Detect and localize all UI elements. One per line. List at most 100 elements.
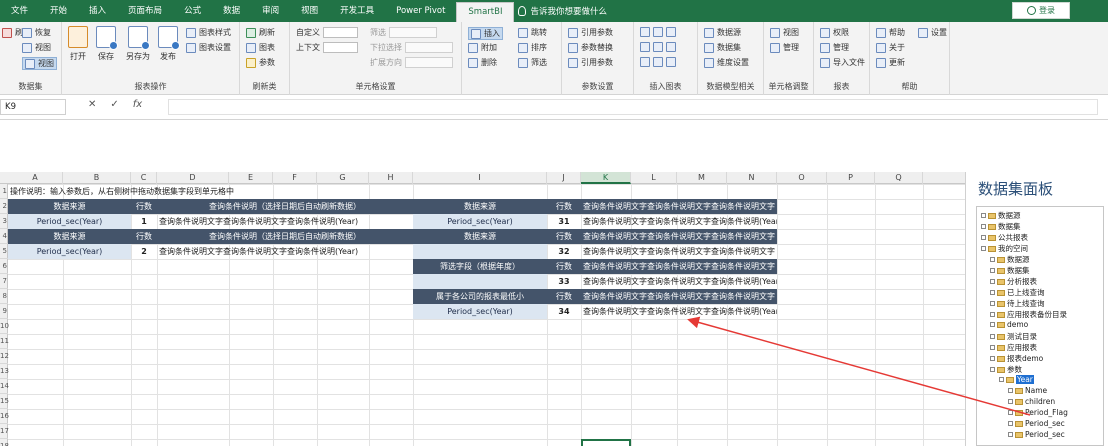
description-cell[interactable]: 查询条件说明文字查询条件说明文字查询条件说明文字 [581, 244, 777, 259]
value-cell[interactable]: Period_sec(Year) [413, 304, 547, 319]
header-cell[interactable]: 行数 [547, 229, 581, 244]
expand-icon[interactable] [990, 279, 995, 284]
tab-5[interactable]: 数据 [212, 0, 251, 22]
expand-icon[interactable] [990, 334, 995, 339]
tree-node[interactable]: Name [1008, 386, 1047, 395]
view-button[interactable]: 视图 [770, 27, 799, 38]
value-cell[interactable]: Period_sec(Year) [413, 214, 547, 229]
manage-button[interactable]: 管理 [770, 42, 799, 53]
tab-0[interactable]: 文件 [0, 0, 39, 22]
tab-9[interactable]: Power Pivot [385, 0, 456, 22]
header-cell[interactable]: 查询条件说明文字查询条件说明文字查询条件说明文字 [581, 289, 777, 304]
dataset-tree[interactable]: 数据源 数据集 公共报表 我的空间 数据源 数据集 分析报表 已上线查询 待上线查询 应用报表备份… [976, 206, 1104, 446]
tree-node[interactable]: 参数 [990, 364, 1022, 375]
row-number-cell[interactable]: 32 [547, 244, 581, 259]
save-button[interactable]: 保存 [96, 26, 118, 62]
description-cell[interactable]: 查询条件说明文字查询条件说明文字查询条件说明(Year) [581, 304, 777, 319]
row-header[interactable]: 10 [0, 319, 9, 334]
header-cell[interactable]: 行数 [131, 229, 157, 244]
expand-icon[interactable] [990, 312, 995, 317]
about-button[interactable]: 关于 [876, 42, 905, 53]
column-header[interactable]: H [369, 172, 413, 184]
sort-button[interactable]: 排序 [518, 42, 547, 53]
tell-me-search[interactable]: 告诉我你想要做什么 [518, 5, 607, 17]
chart-icons-row-1[interactable] [640, 27, 676, 37]
column-header[interactable]: E [229, 172, 273, 184]
tree-node[interactable]: 待上线查询 [990, 298, 1045, 309]
row-header[interactable]: 6 [0, 259, 8, 274]
chart-icons-row-2[interactable] [640, 42, 676, 52]
save-as-button[interactable]: 另存为 [126, 26, 150, 62]
tree-node[interactable]: Period_Flag [1008, 408, 1068, 417]
param-button[interactable]: 参数 [246, 57, 275, 68]
import-button[interactable]: 导入文件 [820, 57, 865, 68]
context-combo[interactable] [323, 42, 358, 53]
expand-icon[interactable] [981, 213, 986, 218]
column-header[interactable]: Q [875, 172, 923, 184]
header-cell[interactable]: 查询条件说明（选择日期后自动刷新数据） [157, 229, 413, 244]
description-cell[interactable]: 查询条件说明文字查询条件说明文字查询条件说明(Year) [581, 274, 777, 289]
context-select[interactable]: 上下文 [296, 42, 358, 53]
tree-node[interactable]: Period_sec [1008, 430, 1065, 439]
column-header[interactable]: F [273, 172, 317, 184]
row-number-cell[interactable]: 2 [131, 244, 157, 259]
row-header[interactable]: 11 [0, 334, 9, 349]
row-header[interactable]: 15 [0, 394, 9, 409]
tree-node[interactable]: 报表demo [990, 353, 1043, 364]
expand-icon[interactable] [990, 268, 995, 273]
expand-icon[interactable] [990, 367, 995, 372]
tree-node[interactable]: 应用报表备份目录 [990, 309, 1067, 320]
tree-node[interactable]: demo [990, 320, 1028, 329]
open-button[interactable]: 打开 [68, 26, 88, 62]
spreadsheet-grid[interactable]: ABCDEFGHIJKLMNOPQ 1 2 3 4 5 6 7 8 9 10 11 12 13 14 15 1… [0, 172, 965, 446]
active-cell[interactable] [581, 439, 631, 446]
header-cell[interactable]: 查询条件说明文字查询条件说明文字查询条件说明文字 [581, 199, 777, 214]
expand-icon[interactable] [981, 224, 986, 229]
value-cell[interactable] [413, 274, 547, 289]
dropdown-field[interactable]: 下拉选择 [370, 42, 453, 53]
filter-combo[interactable] [389, 27, 437, 38]
tree-node[interactable]: 测试目录 [990, 331, 1037, 342]
publish-button[interactable]: 发布 [158, 26, 180, 62]
attach-button[interactable]: 附加 [468, 42, 497, 53]
row-header[interactable]: 1 [0, 184, 8, 199]
expand-icon[interactable] [981, 246, 986, 251]
expand-icon[interactable] [990, 345, 995, 350]
header-cell[interactable]: 数据来源 [413, 199, 547, 214]
datasource-button[interactable]: 数据源 [704, 27, 741, 38]
column-header[interactable]: L [631, 172, 677, 184]
jump-button[interactable]: 跳转 [518, 27, 547, 38]
row-header[interactable]: 18 [0, 439, 9, 446]
chart-style-button[interactable]: 图表样式 [186, 27, 231, 38]
manage-report-button[interactable]: 管理 [820, 42, 849, 53]
header-cell[interactable]: 数据来源 [8, 229, 131, 244]
header-cell[interactable]: 行数 [547, 199, 581, 214]
expand-icon[interactable] [990, 356, 995, 361]
chart-icons-row-3[interactable] [640, 57, 676, 67]
confirm-icon[interactable]: ✓ [110, 99, 118, 110]
tab-10[interactable]: SmartBI [456, 2, 515, 22]
dropdown-combo[interactable] [405, 42, 453, 53]
filter-field[interactable]: 筛选 [370, 27, 437, 38]
ref-param-button[interactable]: 引用参数 [568, 27, 613, 38]
tab-3[interactable]: 页面布局 [117, 0, 173, 22]
row-number-cell[interactable]: 31 [547, 214, 581, 229]
row-number-cell[interactable]: 34 [547, 304, 581, 319]
login-button[interactable]: 登录 [1012, 2, 1070, 19]
tree-node[interactable]: Period_sec [1008, 419, 1065, 428]
tree-node[interactable]: children [1008, 397, 1055, 406]
instruction-cell[interactable]: 操作说明：输入参数后，从右侧树中拖动数据集字段到单元格中 [8, 184, 273, 199]
tab-6[interactable]: 审阅 [251, 0, 290, 22]
name-box[interactable]: K9 [0, 99, 66, 115]
row-header[interactable]: 9 [0, 304, 8, 319]
header-cell[interactable]: 筛选字段（根据年度） [413, 259, 547, 274]
custom-combo[interactable] [323, 27, 358, 38]
column-header[interactable]: O [777, 172, 827, 184]
header-cell[interactable]: 数据来源 [8, 199, 131, 214]
description-cell[interactable]: 查询条件说明文字查询条件说明文字查询条件说明(Year) [157, 244, 413, 259]
fx-icon[interactable]: fx [133, 99, 142, 110]
value-cell[interactable] [413, 244, 547, 259]
header-cell[interactable]: 行数 [131, 199, 157, 214]
settings-button[interactable]: 设置 [918, 27, 947, 38]
expand-combo[interactable] [405, 57, 453, 68]
